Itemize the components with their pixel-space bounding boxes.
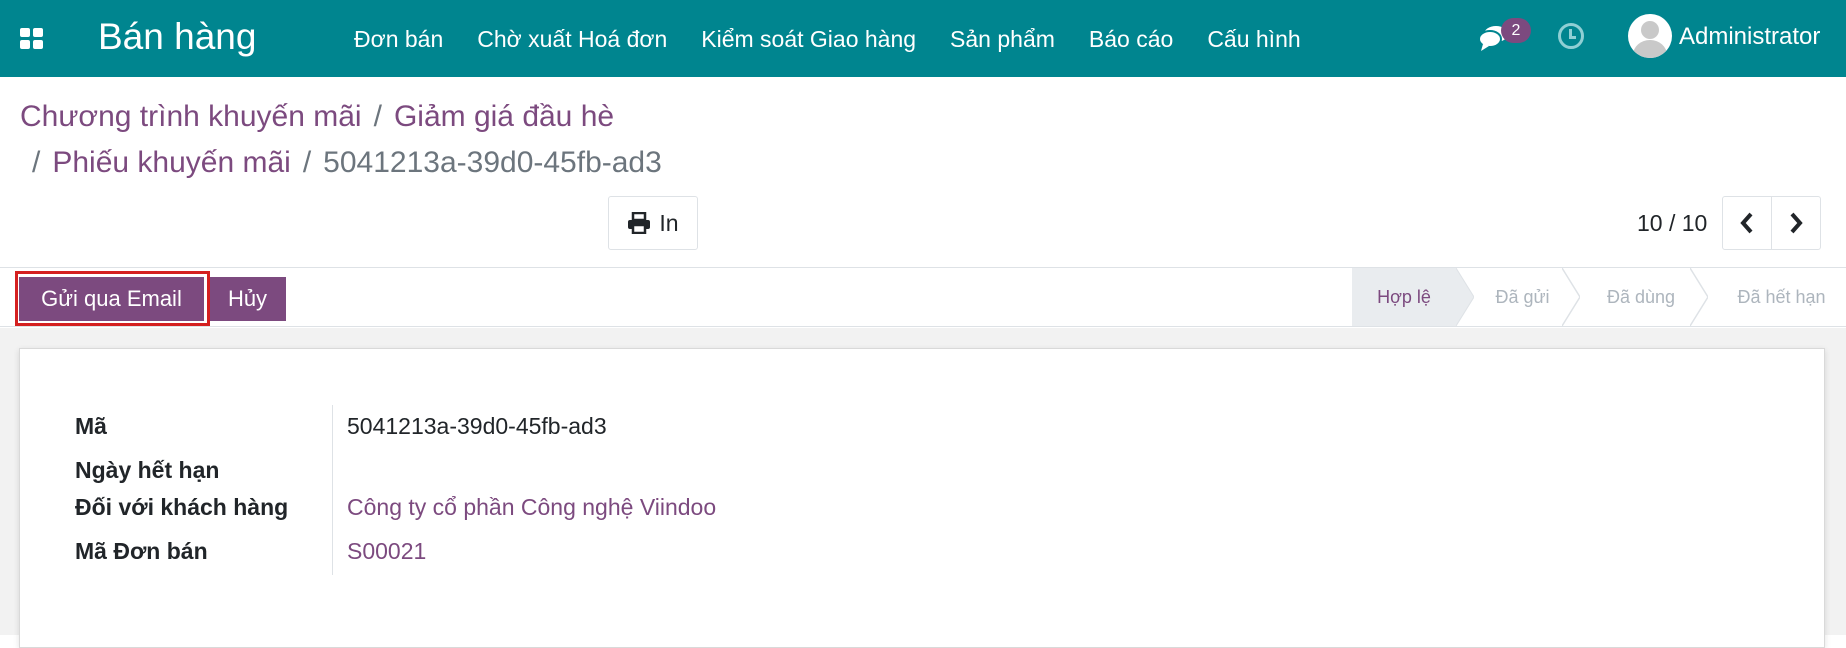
menu-item-delivery-control[interactable]: Kiểm soát Giao hàng — [684, 22, 933, 56]
stage-used-label: Đã dùng — [1606, 287, 1676, 307]
user-name[interactable]: Administrator — [1679, 20, 1820, 54]
main-menu: Đơn bán Chờ xuất Hoá đơn Kiểm soát Giao … — [337, 22, 1318, 56]
stage-sent[interactable]: Đã gửi — [1456, 268, 1580, 326]
menu-item-orders[interactable]: Đơn bán — [337, 22, 460, 56]
status-stages: Hợp lệ Đã gửi Đã dùng Đã hết hạn — [1352, 268, 1846, 326]
menu-item-configuration[interactable]: Cấu hình — [1190, 22, 1317, 56]
expiry-label: Ngày hết hạn — [75, 457, 220, 483]
print-button[interactable]: In — [608, 196, 698, 250]
chevron-left-icon — [1740, 212, 1753, 234]
avatar[interactable] — [1628, 14, 1672, 58]
menu-item-reports[interactable]: Báo cáo — [1072, 22, 1190, 56]
top-navbar: Bán hàng Đơn bán Chờ xuất Hoá đơn Kiểm s… — [0, 0, 1846, 77]
sale-order-link[interactable]: S00021 — [347, 535, 426, 567]
customer-label: Đối với khách hàng — [75, 494, 289, 520]
pager-previous-button[interactable] — [1722, 196, 1772, 250]
field-divider — [332, 405, 333, 575]
stage-expired-label: Đã hết hạn — [1737, 287, 1826, 307]
breadcrumb-line-2: / Phiếu khuyến mãi / 5041213a-39d0-45fb-ad3 — [20, 143, 662, 183]
send-email-button[interactable]: Gửi qua Email — [19, 277, 204, 321]
pager-value[interactable]: 10 / 10 — [1637, 206, 1707, 240]
breadcrumb-summer-discount[interactable]: Giảm giá đầu hè — [394, 100, 614, 133]
sale-order-label: Mã Đơn bán — [75, 538, 208, 564]
activity-clock-icon[interactable] — [1558, 23, 1584, 49]
pager-next-button[interactable] — [1771, 196, 1821, 250]
breadcrumb-promotion-programs[interactable]: Chương trình khuyến mãi — [20, 100, 362, 133]
stage-expired[interactable]: Đã hết hạn — [1699, 268, 1846, 326]
chevron-right-icon — [1790, 212, 1803, 234]
customer-link[interactable]: Công ty cổ phần Công nghệ Viindoo — [347, 491, 716, 523]
code-label: Mã — [75, 413, 107, 439]
breadcrumb-separator: / — [373, 100, 382, 133]
menu-item-products[interactable]: Sản phẩm — [933, 22, 1072, 56]
status-bar: Gửi qua Email Hủy Hợp lệ Đã gửi Đã dùng … — [0, 267, 1846, 327]
code-value: 5041213a-39d0-45fb-ad3 — [347, 413, 607, 439]
print-icon — [628, 212, 651, 234]
app-title[interactable]: Bán hàng — [98, 14, 256, 60]
stage-valid[interactable]: Hợp lệ — [1352, 268, 1474, 326]
form-sheet — [19, 348, 1825, 648]
breadcrumb: Chương trình khuyến mãi / Giảm giá đầu hè — [20, 97, 614, 137]
stage-valid-label: Hợp lệ — [1377, 287, 1431, 307]
stage-used[interactable]: Đã dùng — [1571, 268, 1708, 326]
breadcrumb-separator: / — [32, 146, 41, 179]
chat-count-badge: 2 — [1501, 18, 1531, 43]
apps-grid-icon[interactable] — [20, 28, 44, 50]
breadcrumb-current: 5041213a-39d0-45fb-ad3 — [323, 146, 662, 179]
breadcrumb-separator: / — [302, 146, 312, 179]
cancel-button[interactable]: Hủy — [209, 277, 286, 321]
print-label: In — [659, 209, 679, 236]
breadcrumb-coupons[interactable]: Phiếu khuyến mãi — [52, 146, 290, 179]
menu-item-to-invoice[interactable]: Chờ xuất Hoá đơn — [460, 22, 684, 56]
stage-sent-label: Đã gửi — [1495, 287, 1550, 307]
